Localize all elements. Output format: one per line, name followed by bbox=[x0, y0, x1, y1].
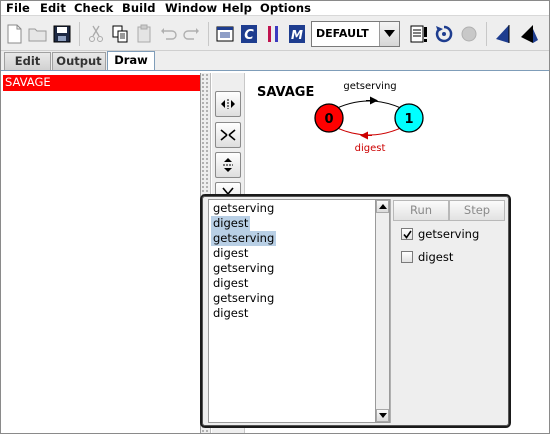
menu-options[interactable]: Options bbox=[260, 1, 311, 15]
svg-text:C: C bbox=[244, 28, 254, 43]
copy-icon bbox=[112, 25, 128, 43]
cut-button[interactable] bbox=[85, 23, 107, 45]
trace-scrollbar[interactable] bbox=[375, 199, 390, 423]
step-button[interactable]: Step bbox=[449, 200, 505, 221]
new-file-icon bbox=[7, 24, 22, 44]
transition-edge-getserving bbox=[330, 100, 408, 112]
collapse-horizontal-icon bbox=[220, 129, 236, 141]
state-label-1: 1 bbox=[404, 112, 413, 127]
undo-button[interactable] bbox=[157, 23, 179, 45]
safety-check-button[interactable] bbox=[408, 23, 430, 45]
compile-button[interactable]: C bbox=[238, 23, 260, 45]
copy-button[interactable] bbox=[109, 23, 131, 45]
stop-circle-icon bbox=[461, 26, 477, 42]
document-check-icon bbox=[410, 25, 427, 43]
align-left-button[interactable] bbox=[493, 23, 515, 45]
svg-text:M: M bbox=[291, 28, 303, 42]
sail-right-icon bbox=[521, 25, 538, 43]
checkmark-icon bbox=[403, 230, 412, 239]
menu-check[interactable]: Check bbox=[74, 1, 113, 15]
trace-line[interactable]: getserving bbox=[211, 201, 276, 216]
folder-icon bbox=[28, 28, 47, 42]
sail-left-icon bbox=[496, 25, 510, 43]
parallel-bars-icon bbox=[268, 26, 278, 42]
floppy-disk-icon bbox=[53, 25, 71, 43]
arrow-down-icon bbox=[379, 413, 387, 418]
menu-build[interactable]: Build bbox=[122, 1, 156, 15]
menu-edit[interactable]: Edit bbox=[40, 1, 66, 15]
dropdown-arrow[interactable] bbox=[379, 22, 399, 46]
open-file-button[interactable] bbox=[27, 23, 49, 45]
process-list-item[interactable]: SAVAGE bbox=[3, 75, 200, 91]
trace-line[interactable]: getserving bbox=[211, 291, 276, 306]
application-window: File Edit Check Build Window Help Option… bbox=[0, 0, 550, 434]
state-label-0: 0 bbox=[324, 112, 333, 127]
stop-button[interactable] bbox=[458, 23, 480, 45]
scroll-up-button[interactable] bbox=[376, 200, 389, 213]
minimise-button[interactable]: M bbox=[286, 23, 308, 45]
trace-list[interactable]: getserving digest getserving digest gets… bbox=[208, 199, 375, 423]
toolbar-separator bbox=[79, 22, 80, 46]
expand-vertical-icon bbox=[223, 158, 233, 172]
minimise-m-icon: M bbox=[289, 25, 305, 43]
transition-label-getserving: getserving bbox=[343, 81, 396, 92]
lts-diagram: SAVAGE getserving digest 0 1 bbox=[257, 81, 424, 154]
trace-line[interactable]: digest bbox=[211, 216, 251, 231]
action-label: getserving bbox=[418, 227, 480, 241]
trace-line[interactable]: digest bbox=[211, 276, 250, 291]
tab-divider bbox=[1, 70, 549, 71]
tab-edit[interactable]: Edit bbox=[4, 52, 51, 71]
target-process-value: DEFAULT bbox=[316, 27, 369, 40]
arrow-up-icon bbox=[379, 204, 387, 209]
process-list-panel: SAVAGE bbox=[1, 73, 201, 433]
tab-output[interactable]: Output bbox=[52, 52, 106, 71]
new-file-button[interactable] bbox=[3, 23, 25, 45]
refresh-run-icon bbox=[435, 25, 453, 43]
action-label: digest bbox=[418, 250, 454, 264]
toolbar: C M DEFAULT bbox=[1, 15, 549, 51]
save-button[interactable] bbox=[51, 23, 73, 45]
clipboard-icon bbox=[137, 24, 151, 43]
chevron-down-icon bbox=[384, 30, 395, 37]
trace-line[interactable]: getserving bbox=[211, 231, 277, 246]
action-panel: Run Step getserving digest bbox=[390, 199, 508, 423]
menu-window[interactable]: Window bbox=[165, 1, 217, 15]
run-animation-button[interactable] bbox=[433, 23, 455, 45]
run-button[interactable]: Run bbox=[393, 200, 449, 221]
trace-line[interactable]: getserving bbox=[211, 261, 276, 276]
expand-horizontal-icon bbox=[221, 99, 235, 109]
redo-icon bbox=[183, 28, 199, 40]
animator-window: getserving digest getserving digest gets… bbox=[200, 194, 511, 428]
stretch-vertical-button[interactable] bbox=[215, 152, 241, 178]
transition-label-digest: digest bbox=[355, 143, 386, 154]
toolbar-separator bbox=[486, 22, 487, 46]
diagram-title: SAVAGE bbox=[257, 85, 314, 100]
parallel-compose-button[interactable] bbox=[262, 23, 284, 45]
align-right-button[interactable] bbox=[518, 23, 540, 45]
shrink-horizontal-button[interactable] bbox=[215, 122, 241, 148]
action-checkbox-getserving[interactable] bbox=[401, 228, 413, 240]
window-icon bbox=[216, 26, 234, 42]
scroll-down-button[interactable] bbox=[376, 409, 389, 422]
trace-line[interactable]: digest bbox=[211, 306, 250, 321]
paste-button[interactable] bbox=[133, 23, 155, 45]
transition-edge-digest bbox=[330, 124, 408, 136]
target-process-select[interactable]: DEFAULT bbox=[311, 21, 400, 47]
compile-c-icon: C bbox=[241, 25, 257, 43]
menu-help[interactable]: Help bbox=[222, 1, 252, 15]
tab-draw[interactable]: Draw bbox=[107, 51, 155, 71]
undo-icon bbox=[161, 28, 177, 40]
edit-window-button[interactable] bbox=[214, 23, 236, 45]
scissors-icon bbox=[89, 25, 103, 42]
trace-line[interactable]: digest bbox=[211, 246, 250, 261]
menu-bar: File Edit Check Build Window Help Option… bbox=[1, 1, 549, 15]
editor-tab-bar: Edit Output Draw bbox=[1, 51, 549, 71]
action-checkbox-digest[interactable] bbox=[401, 251, 413, 263]
menu-file[interactable]: File bbox=[6, 1, 30, 15]
stretch-horizontal-button[interactable] bbox=[215, 91, 241, 117]
toolbar-separator bbox=[208, 22, 209, 46]
redo-button[interactable] bbox=[181, 23, 203, 45]
